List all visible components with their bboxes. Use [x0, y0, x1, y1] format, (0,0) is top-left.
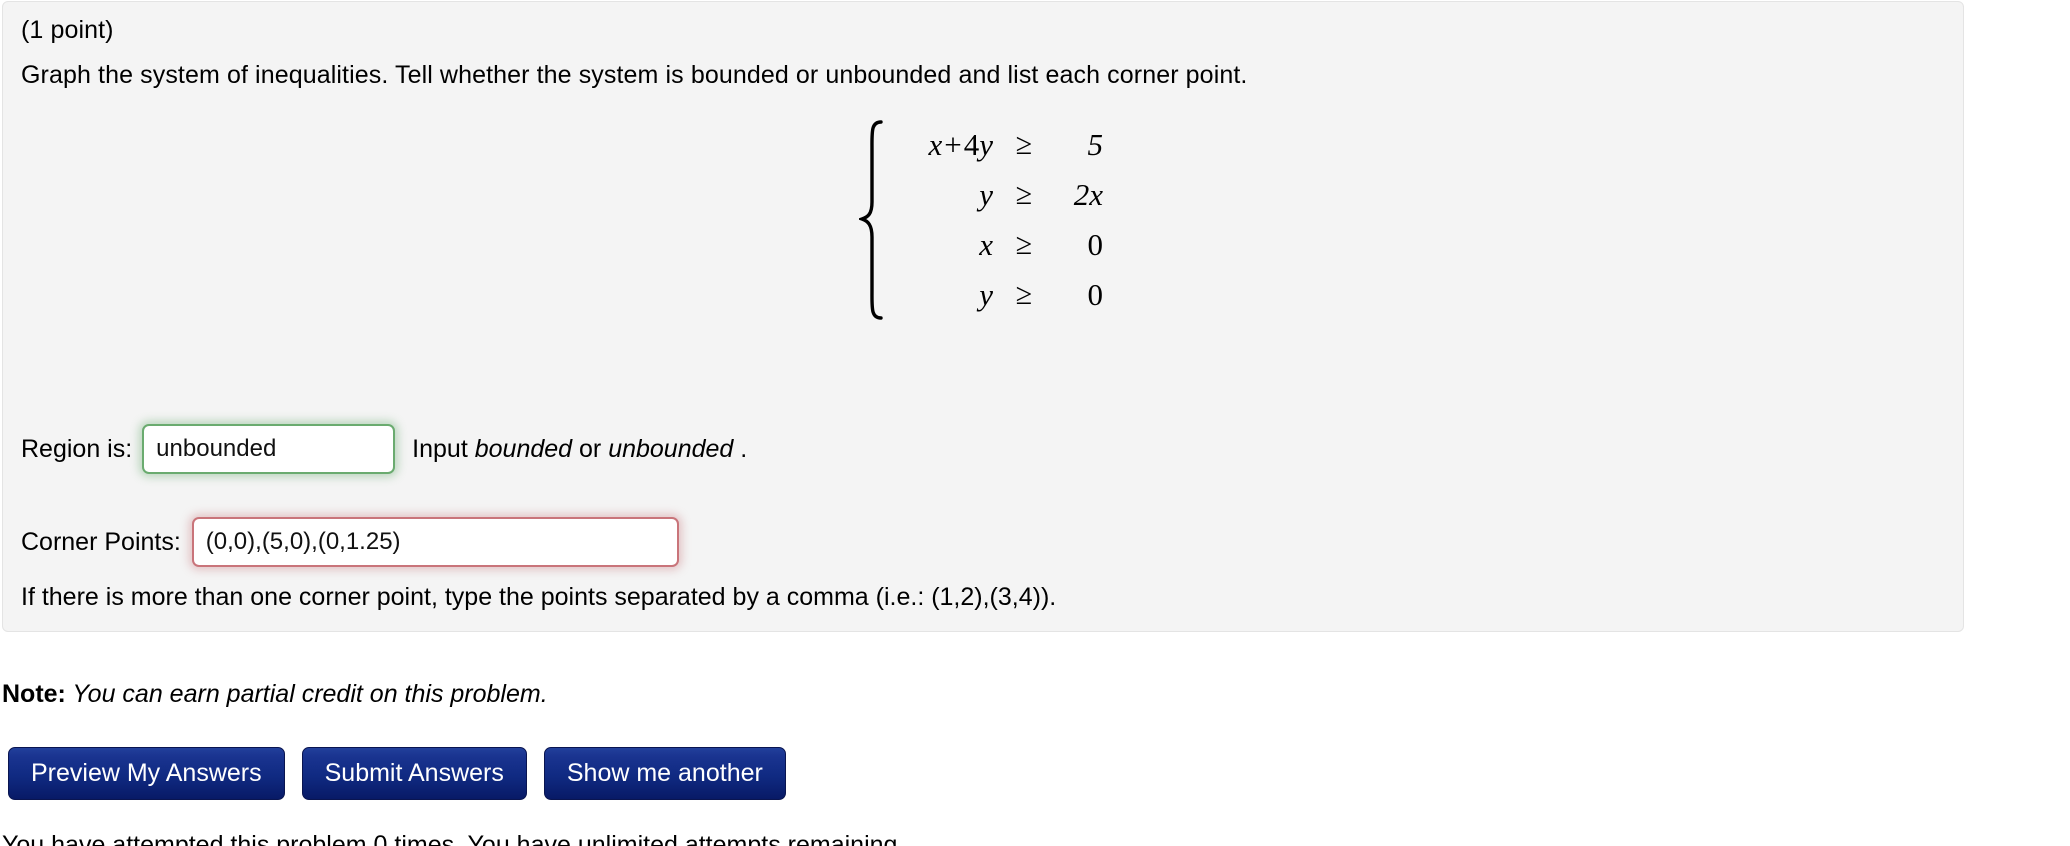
partial-credit-note: Note: You can earn partial credit on thi… [2, 679, 548, 710]
system-of-inequalities: x+4y ≥ 5 y ≥ 2x x ≥ 0 y ≥ 0 [859, 120, 1115, 320]
region-answer-row: Region is: Input bounded or unbounded . [21, 421, 747, 477]
hint-prefix: Input [412, 434, 475, 463]
inequality-row-4-relation: ≥ [1015, 278, 1033, 311]
corner-points-help-text: If there is more than one corner point, … [21, 583, 1057, 611]
inequality-row-3-rhs: 0 [1087, 227, 1104, 262]
inequality-row-2-rhs: 2x [1073, 177, 1103, 212]
point-value-label: (1 point) [21, 16, 114, 44]
inequality-row-4-rhs: 0 [1087, 277, 1104, 312]
inequality-row-2-lhs: y [895, 177, 995, 213]
left-curly-brace-icon [859, 120, 887, 320]
submit-answers-button[interactable]: Submit Answers [301, 747, 527, 800]
row-1-coefficient: 4 [963, 127, 980, 162]
problem-prompt-text: Graph the system of inequalities. Tell w… [21, 61, 1248, 89]
note-bold-label: Note: [2, 680, 66, 708]
region-input-hint: Input bounded or unbounded . [412, 434, 747, 465]
attempts-status-text: You have attempted this problem 0 times.… [2, 831, 905, 846]
show-me-another-button[interactable]: Show me another [543, 747, 786, 800]
preview-my-answers-button[interactable]: Preview My Answers [8, 747, 285, 800]
row-3-var2: x [979, 227, 993, 262]
row-1-var1: x [928, 127, 943, 162]
inequality-rows: x+4y ≥ 5 y ≥ 2x x ≥ 0 y ≥ 0 [887, 120, 1115, 320]
row-1-var2: y [979, 127, 993, 162]
inequality-row-1-relation: ≥ [1015, 128, 1033, 161]
action-button-bar: Preview My Answers Submit Answers Show m… [8, 747, 786, 800]
row-2-var2: y [979, 177, 993, 212]
inequality-row-1-lhs: x+4y [895, 127, 995, 163]
row-4-var2: y [979, 277, 993, 312]
region-label: Region is: [21, 434, 133, 463]
problem-panel: (1 point) Graph the system of inequaliti… [2, 1, 1964, 632]
note-text: You can earn partial credit on this prob… [65, 680, 548, 708]
inequality-row-4-lhs: y [895, 277, 995, 313]
inequality-row-1-rhs: 5 [1087, 127, 1104, 162]
corner-points-label: Corner Points: [21, 527, 181, 556]
row-1-operator: + [944, 127, 962, 162]
hint-unbounded: unbounded [608, 434, 734, 463]
corner-points-answer-row: Corner Points: [21, 514, 679, 570]
inequality-row-2-relation: ≥ [1015, 178, 1033, 211]
inequality-row-3-relation: ≥ [1015, 228, 1033, 261]
region-input[interactable] [142, 424, 396, 474]
hint-suffix: . [733, 434, 748, 463]
hint-middle: or [572, 434, 609, 463]
corner-points-input[interactable] [191, 517, 679, 567]
inequality-row-3-lhs: x [895, 227, 995, 263]
hint-bounded: bounded [474, 434, 573, 463]
